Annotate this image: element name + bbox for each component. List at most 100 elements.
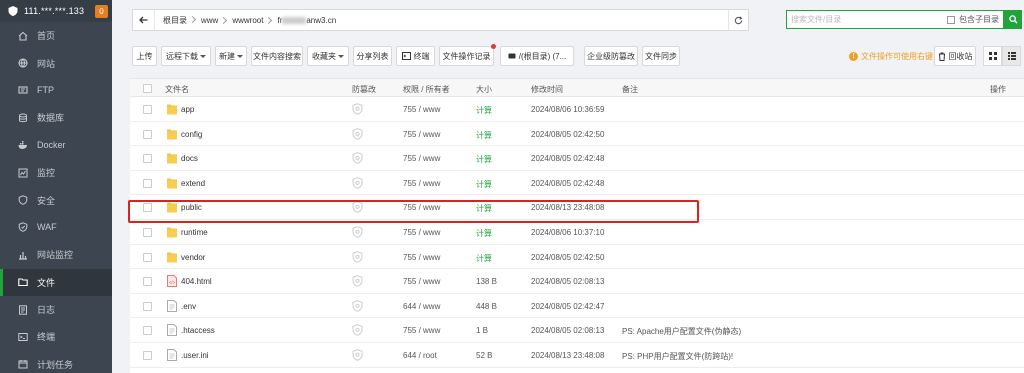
sidebar-item-1[interactable]: 网站 [0,49,112,76]
file-name[interactable]: 404.html [181,277,212,286]
select-all-checkbox[interactable] [143,84,152,93]
tamper-shield-icon[interactable] [352,152,363,165]
row-checkbox[interactable] [143,203,152,213]
calculate-size-link[interactable]: 计算 [476,130,492,141]
row-checkbox[interactable] [143,252,152,262]
tamper-proof-button[interactable]: 企业级防篡改 [584,46,638,66]
sidebar-item-10[interactable]: 日志 [0,296,112,323]
calculate-size-link[interactable]: 计算 [476,228,492,239]
file-permission[interactable]: 644 / www [403,302,440,311]
sidebar-item-3[interactable]: 数据库 [0,104,112,131]
sidebar-item-6[interactable]: 安全 [0,186,112,213]
file-name[interactable]: public [181,203,202,212]
breadcrumb-www[interactable]: www [195,16,226,25]
sidebar-item-12[interactable]: 计划任务 [0,351,112,373]
file-name[interactable]: runtime [181,228,208,237]
file-name[interactable]: .env [181,302,196,311]
header-mtime[interactable]: 修改时间 [531,84,563,95]
tamper-shield-icon[interactable] [352,299,363,312]
file-permission[interactable]: 755 / www [403,154,440,163]
sidebar-item-7[interactable]: WAF [0,214,112,241]
sidebar-item-9[interactable]: 文件 [0,268,112,297]
search-input[interactable] [787,15,947,24]
file-name[interactable]: extend [181,179,205,188]
header-name[interactable]: 文件名 [165,84,189,95]
table-row[interactable]: .env 644 / www 448 B 2024/08/05 02:42:47 [130,294,1024,319]
row-checkbox[interactable] [143,178,152,188]
calculate-size-link[interactable]: 计算 [476,179,492,190]
table-row[interactable]: vendor 755 / www 计算 2024/08/05 02:42:50 [130,245,1024,270]
calculate-size-link[interactable]: 计算 [476,154,492,165]
file-permission[interactable]: 755 / www [403,277,440,286]
sidebar-item-8[interactable]: 网站监控 [0,241,112,268]
back-button[interactable] [133,10,155,30]
row-checkbox[interactable] [143,154,152,164]
file-sync-button[interactable]: 文件同步 [642,46,680,66]
calculate-size-link[interactable]: 计算 [476,105,492,116]
sidebar-item-0[interactable]: 首页 [0,22,112,49]
row-checkbox[interactable] [143,227,152,237]
tamper-shield-icon[interactable] [352,349,363,361]
tamper-shield-icon[interactable] [352,127,363,140]
operation-log-button[interactable]: 文件操作记录 [439,44,496,66]
table-row[interactable]: extend 755 / www 计算 2024/08/05 02:42:48 [130,171,1024,196]
calculate-size-link[interactable]: 计算 [476,203,492,214]
row-checkbox[interactable] [143,277,152,287]
table-row[interactable]: .user.ini 644 / root 52 B 2024/08/13 23:48:… [130,343,1024,368]
header-perm[interactable]: 权限 / 所有者 [403,84,450,95]
file-name[interactable]: .htaccess [181,326,215,335]
row-checkbox[interactable] [143,129,152,139]
row-checkbox[interactable] [143,105,152,114]
file-permission[interactable]: 755 / www [403,228,440,237]
disk-button[interactable]: /(根目录) (7... [500,46,574,66]
file-permission[interactable]: 755 / www [403,130,440,139]
share-list-button[interactable]: 分享列表 [353,46,392,66]
favorites-button[interactable]: 收藏夹 [307,46,349,66]
row-checkbox[interactable] [143,350,152,360]
tamper-shield-icon[interactable] [352,324,363,337]
tamper-shield-icon[interactable] [352,275,363,287]
breadcrumb-root[interactable]: 根目录 [157,15,195,26]
row-checkbox[interactable] [143,326,152,336]
file-permission[interactable]: 755 / www [403,203,440,212]
tamper-shield-icon[interactable] [352,250,363,263]
table-row[interactable]: config 755 / www 计算 2024/08/05 02:42:50 [130,122,1024,147]
table-row[interactable]: </> 404.html 755 / www 138 B 2024/08/05 02:0… [130,269,1024,294]
breadcrumb-domain[interactable]: fr anw3.cn [271,16,344,25]
tamper-shield-icon[interactable] [352,201,363,214]
terminal-button[interactable]: 终端 [396,46,435,66]
table-row[interactable]: app 755 / www 计算 2024/08/06 10:36:59 [130,97,1024,122]
table-row[interactable]: runtime 755 / www 计算 2024/08/06 10:37:10 [130,220,1024,245]
table-row[interactable]: .htaccess 755 / www 1 B 2024/08/05 02:08:13… [130,318,1024,343]
new-button[interactable]: 新建 [215,46,247,66]
sidebar-item-11[interactable]: 终端 [0,323,112,350]
file-name[interactable]: vendor [181,253,205,262]
file-permission[interactable]: 755 / www [403,105,440,114]
refresh-button[interactable] [728,10,748,30]
table-row[interactable]: public 755 / www 计算 2024/08/13 23:48:08 [130,195,1024,220]
table-row[interactable]: docs 755 / www 计算 2024/08/05 02:42:48 [130,146,1024,171]
content-search-button[interactable]: 文件内容搜索 [251,46,303,66]
sidebar-item-2[interactable]: FTP [0,77,112,104]
list-view-button[interactable] [1002,46,1021,66]
file-note[interactable]: PS: PHP用户配置文件(防跨站)! [622,351,733,362]
tamper-shield-icon[interactable] [352,226,363,238]
file-permission[interactable]: 644 / root [403,351,437,360]
file-name[interactable]: .user.ini [181,351,209,360]
calculate-size-link[interactable]: 计算 [476,253,492,264]
header-size[interactable]: 大小 [476,84,492,95]
row-checkbox[interactable] [143,301,152,311]
file-permission[interactable]: 755 / www [403,179,440,188]
sidebar-item-4[interactable]: Docker [0,132,112,159]
file-name[interactable]: docs [181,154,198,163]
file-permission[interactable]: 755 / www [403,253,440,262]
recycle-bin-button[interactable]: 回收站 [934,46,976,66]
grid-view-button[interactable] [983,46,1002,66]
file-note[interactable]: PS: Apache用户配置文件(伪静态) [622,326,741,337]
file-permission[interactable]: 755 / www [403,326,440,335]
tamper-shield-icon[interactable] [352,176,363,189]
notification-badge[interactable]: 0 [95,4,108,18]
search-button[interactable] [1004,10,1022,29]
sidebar-item-5[interactable]: 监控 [0,159,112,186]
include-subdir-checkbox[interactable] [947,15,955,24]
